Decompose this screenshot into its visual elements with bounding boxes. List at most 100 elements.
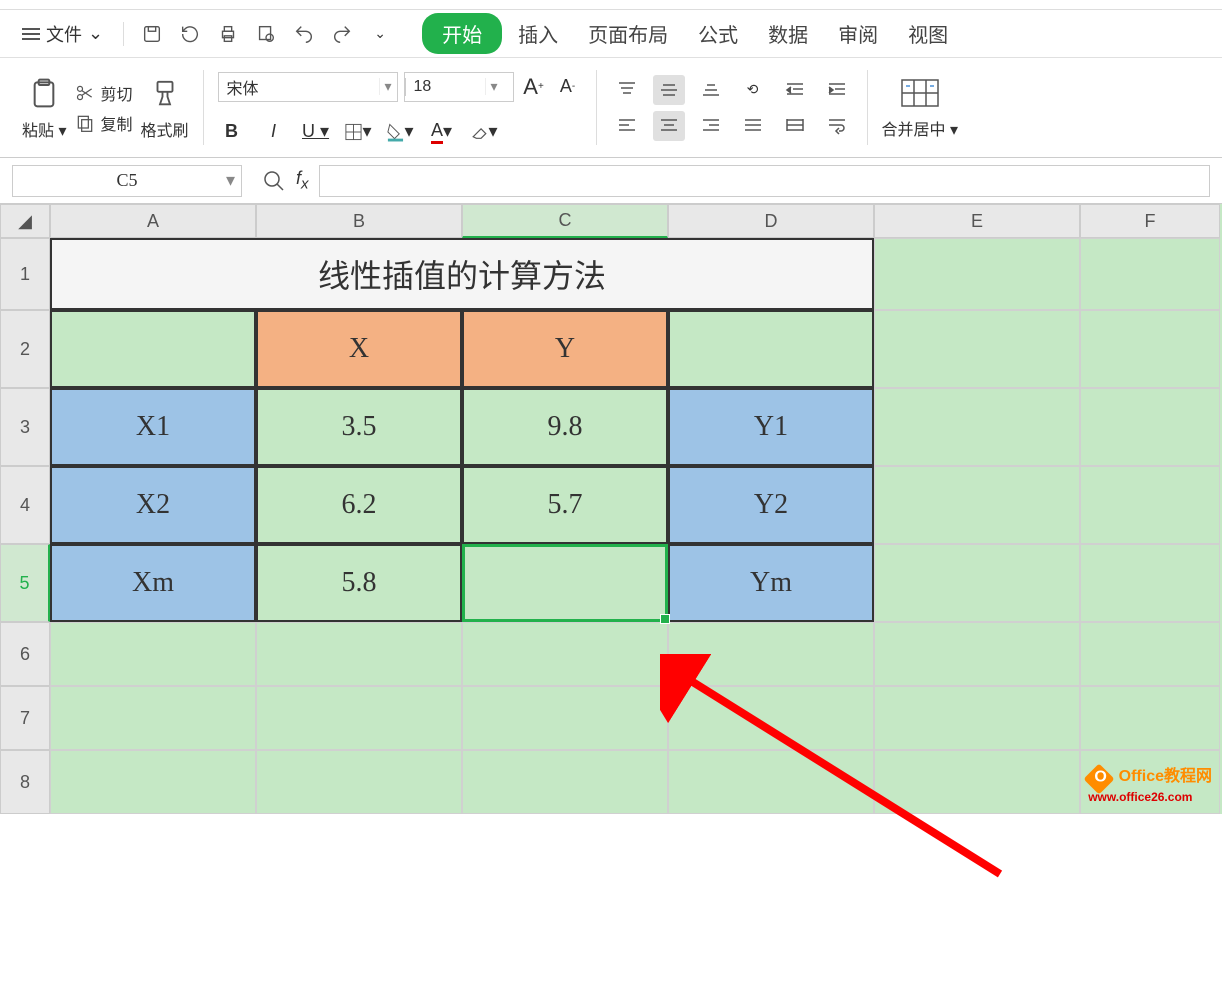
increase-font-button[interactable]: A+ <box>520 75 548 99</box>
cell-C7[interactable] <box>462 686 668 750</box>
tab-home[interactable]: 开始 <box>422 13 502 54</box>
cut-button[interactable]: 剪切 <box>75 81 133 105</box>
col-header-E[interactable]: E <box>874 204 1080 238</box>
col-header-C[interactable]: C <box>462 204 668 238</box>
row-header-2[interactable]: 2 <box>0 310 50 388</box>
select-all-corner[interactable]: ◢ <box>0 204 50 238</box>
fill-color-button[interactable]: ▾ <box>386 120 414 144</box>
tab-data[interactable]: 数据 <box>754 13 822 54</box>
cell-C2[interactable]: Y <box>462 310 668 388</box>
cell-B4[interactable]: 6.2 <box>256 466 462 544</box>
undo-icon[interactable] <box>292 22 316 46</box>
tab-page-layout[interactable]: 页面布局 <box>574 13 682 54</box>
cell-C8[interactable] <box>462 750 668 814</box>
row-header-4[interactable]: 4 <box>0 466 50 544</box>
save-icon[interactable] <box>140 22 164 46</box>
merge-center-button[interactable]: 合并居中 ▾ <box>882 76 959 140</box>
format-painter-button[interactable]: 格式刷 <box>141 75 189 141</box>
cell-E8[interactable] <box>874 750 1080 814</box>
col-header-A[interactable]: A <box>50 204 256 238</box>
fx-icon[interactable]: fx <box>296 168 309 193</box>
cell-A6[interactable] <box>50 622 256 686</box>
cell-A4[interactable]: X2 <box>50 466 256 544</box>
cell-D8[interactable] <box>668 750 874 814</box>
col-header-D[interactable]: D <box>668 204 874 238</box>
cell-A2[interactable] <box>50 310 256 388</box>
zoom-icon[interactable] <box>262 169 286 193</box>
cell-F4[interactable] <box>1080 466 1220 544</box>
cell-F5[interactable] <box>1080 544 1220 622</box>
copy-button[interactable]: 复制 <box>75 111 133 135</box>
underline-button[interactable]: U ▾ <box>302 120 330 144</box>
cell-B6[interactable] <box>256 622 462 686</box>
italic-button[interactable]: I <box>260 120 288 144</box>
name-box[interactable]: C5 ▾ <box>12 165 242 197</box>
cell-A1[interactable]: 线性插值的计算方法 <box>50 238 874 310</box>
tab-formulas[interactable]: 公式 <box>684 13 752 54</box>
cell-A5[interactable]: Xm <box>50 544 256 622</box>
file-menu[interactable]: 文件 ⌄ <box>12 17 113 51</box>
col-header-F[interactable]: F <box>1080 204 1220 238</box>
font-name-selector[interactable]: 宋体 ▾ <box>218 72 398 102</box>
formula-input[interactable] <box>319 165 1210 197</box>
eraser-button[interactable]: ▾ <box>470 120 498 144</box>
cell-C3[interactable]: 9.8 <box>462 388 668 466</box>
cell-E7[interactable] <box>874 686 1080 750</box>
align-right-button[interactable] <box>695 111 727 141</box>
align-middle-button[interactable] <box>653 75 685 105</box>
justify-button[interactable] <box>737 111 769 141</box>
cell-D4[interactable]: Y2 <box>668 466 874 544</box>
cell-D7[interactable] <box>668 686 874 750</box>
cell-B5[interactable]: 5.8 <box>256 544 462 622</box>
redo-icon[interactable] <box>330 22 354 46</box>
cell-A3[interactable]: X1 <box>50 388 256 466</box>
align-left-button[interactable] <box>611 111 643 141</box>
distribute-button[interactable] <box>779 111 811 141</box>
cell-B2[interactable]: X <box>256 310 462 388</box>
row-header-3[interactable]: 3 <box>0 388 50 466</box>
cell-F3[interactable] <box>1080 388 1220 466</box>
decrease-indent-button[interactable] <box>779 75 811 105</box>
cell-B7[interactable] <box>256 686 462 750</box>
cell-C6[interactable] <box>462 622 668 686</box>
cell-A8[interactable] <box>50 750 256 814</box>
cell-F6[interactable] <box>1080 622 1220 686</box>
cell-E6[interactable] <box>874 622 1080 686</box>
cell-E1[interactable] <box>874 238 1080 310</box>
cell-B8[interactable] <box>256 750 462 814</box>
row-header-1[interactable]: 1 <box>0 238 50 310</box>
cell-D6[interactable] <box>668 622 874 686</box>
undo-history-icon[interactable] <box>178 22 202 46</box>
cell-B3[interactable]: 3.5 <box>256 388 462 466</box>
align-top-button[interactable] <box>611 75 643 105</box>
qat-more-icon[interactable]: ⌄ <box>368 22 392 46</box>
decrease-font-button[interactable]: A- <box>554 75 582 99</box>
cell-A7[interactable] <box>50 686 256 750</box>
border-button[interactable]: ▾ <box>344 120 372 144</box>
cell-D5[interactable]: Ym <box>668 544 874 622</box>
cell-D3[interactable]: Y1 <box>668 388 874 466</box>
bold-button[interactable]: B <box>218 120 246 144</box>
align-center-button[interactable] <box>653 111 685 141</box>
row-header-8[interactable]: 8 <box>0 750 50 814</box>
cell-D2[interactable] <box>668 310 874 388</box>
col-header-B[interactable]: B <box>256 204 462 238</box>
tab-insert[interactable]: 插入 <box>504 13 572 54</box>
tab-review[interactable]: 审阅 <box>824 13 892 54</box>
row-header-6[interactable]: 6 <box>0 622 50 686</box>
print-preview-icon[interactable] <box>254 22 278 46</box>
wrap-text-button[interactable] <box>821 111 853 141</box>
cell-F1[interactable] <box>1080 238 1220 310</box>
cell-E4[interactable] <box>874 466 1080 544</box>
cell-C4[interactable]: 5.7 <box>462 466 668 544</box>
row-header-7[interactable]: 7 <box>0 686 50 750</box>
cell-F7[interactable] <box>1080 686 1220 750</box>
paste-button[interactable]: 粘贴 ▾ <box>22 75 67 141</box>
cell-E3[interactable] <box>874 388 1080 466</box>
row-header-5[interactable]: 5 <box>0 544 50 622</box>
tab-view[interactable]: 视图 <box>894 13 962 54</box>
print-icon[interactable] <box>216 22 240 46</box>
cell-F2[interactable] <box>1080 310 1220 388</box>
cell-E2[interactable] <box>874 310 1080 388</box>
increase-indent-button[interactable] <box>821 75 853 105</box>
